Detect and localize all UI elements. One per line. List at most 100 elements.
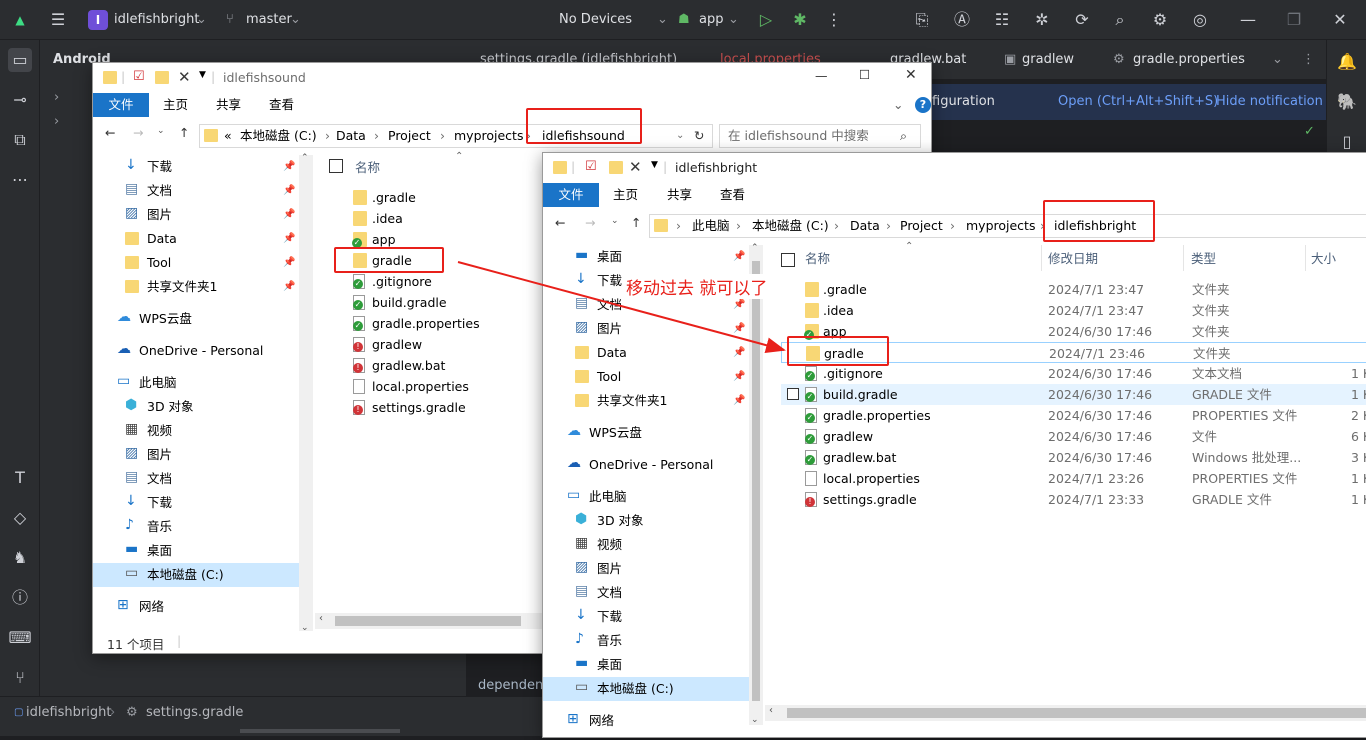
nav-scrollbar[interactable]: ⌃ ⌄ [299, 153, 313, 633]
pin-icon[interactable]: 📌 [733, 341, 745, 365]
nav-item-quick[interactable]: ▤ 文档 📌 [93, 179, 301, 203]
nav-item-quick[interactable]: Tool 📌 [543, 365, 751, 389]
project-view-icon[interactable]: ▭ [8, 48, 32, 72]
file-row[interactable]: ! settings.gradle [341, 397, 541, 418]
nav-item-pc[interactable]: ▦ 视频 [543, 533, 751, 557]
settings-icon[interactable]: ⚙ [1148, 8, 1172, 32]
nav-item-this-pc[interactable]: ▭ 此电脑 [543, 485, 751, 509]
minimize-icon[interactable]: — [1236, 8, 1260, 32]
properties-icon[interactable]: ☑ [133, 69, 145, 84]
tab-file[interactable]: 文件 [543, 183, 599, 207]
file-row[interactable]: ✓ .gitignore 2024/6/30 17:46 文本文档 1 K [781, 363, 1366, 384]
h-scroll-thumb[interactable] [335, 616, 521, 626]
nav-item-onedrive[interactable]: ☁ OneDrive - Personal [543, 453, 751, 477]
h-scroll-thumb[interactable] [787, 708, 1366, 718]
nav-item-pc[interactable]: ▭ 本地磁盘 (C:) [93, 563, 301, 587]
pin-icon[interactable]: 📌 [283, 203, 295, 227]
build-icon[interactable]: T [8, 466, 32, 490]
back-icon[interactable]: ← [105, 125, 115, 140]
nav-item-quick[interactable]: Tool 📌 [93, 251, 301, 275]
problems-icon[interactable]: ⓘ [8, 586, 32, 610]
scroll-down-icon[interactable]: ⌄ [751, 715, 759, 725]
back-icon[interactable]: ← [555, 215, 565, 230]
pin-icon[interactable]: 📌 [283, 155, 295, 179]
forward-icon[interactable]: → [133, 125, 143, 140]
nav-item-pc[interactable]: ▬ 桌面 [543, 653, 751, 677]
column-date[interactable]: 修改日期 [1048, 249, 1098, 269]
device-manager-icon[interactable]: ▯ [1335, 130, 1359, 154]
nav-scrollbar[interactable]: ⌃ ⌄ [749, 243, 763, 725]
git-icon[interactable]: ⑂ [8, 666, 32, 690]
nav-item-quick[interactable]: 共享文件夹1 📌 [543, 389, 751, 413]
recent-dropdown-icon[interactable]: ⌄ [157, 126, 165, 136]
close-icon[interactable]: ✕ [1328, 8, 1352, 32]
more-options-icon[interactable]: ⋮ [822, 8, 846, 32]
path-project[interactable]: Project [388, 125, 431, 147]
tabs-more-icon[interactable]: ⋮ [1302, 40, 1315, 80]
tab-gradle-properties[interactable]: gradle.properties [1133, 40, 1245, 80]
run-icon[interactable]: ▷ [754, 8, 778, 32]
ribbon-expand-icon[interactable]: ⌄ [893, 93, 903, 117]
commit-icon[interactable]: ⊸ [8, 88, 32, 112]
main-menu-icon[interactable]: ☰ [46, 8, 70, 32]
pin-icon[interactable]: 📌 [283, 275, 295, 299]
search-icon[interactable]: ⌕ [1108, 8, 1132, 32]
nav-item-wps[interactable]: ☁ WPS云盘 [543, 421, 751, 445]
forward-icon[interactable]: → [585, 215, 595, 230]
nav-item-pc[interactable]: ⬢ 3D 对象 [543, 509, 751, 533]
nav-item-pc[interactable]: ♪ 音乐 [93, 515, 301, 539]
structure-icon[interactable]: ⧉ [8, 128, 32, 152]
path-data[interactable]: Data [850, 215, 880, 237]
select-all-checkbox[interactable] [329, 159, 343, 173]
pin-icon[interactable]: 📌 [283, 179, 295, 203]
column-name[interactable]: 名称 [805, 249, 830, 269]
delete-icon[interactable]: ✕ [629, 158, 642, 176]
scroll-up-icon[interactable]: ⌃ [751, 243, 759, 253]
scroll-up-icon[interactable]: ⌃ [301, 153, 309, 163]
hide-notification-link[interactable]: Hide notification [1216, 84, 1323, 120]
notifications-icon[interactable]: 🔔 [1335, 50, 1359, 74]
tree-expand-icon[interactable]: › [54, 90, 59, 105]
nav-item-pc[interactable]: ▬ 桌面 [93, 539, 301, 563]
nav-item-network[interactable]: ⊞ 网络 [93, 595, 301, 619]
properties-icon[interactable]: ☑ [585, 159, 597, 174]
file-row[interactable]: .gradle [341, 187, 541, 208]
column-name[interactable]: 名称 [355, 158, 380, 178]
tasks-icon[interactable]: ☷ [990, 8, 1014, 32]
nav-item-wps[interactable]: ☁ WPS云盘 [93, 307, 301, 331]
path-project[interactable]: Project [900, 215, 943, 237]
tab-view[interactable]: 查看 [269, 93, 294, 117]
nav-item-pc[interactable]: ↓ 下载 [543, 605, 751, 629]
tab-home[interactable]: 主页 [613, 183, 638, 207]
open-structure-link[interactable]: Open (Ctrl+Alt+Shift+S) [1058, 84, 1218, 120]
tab-home[interactable]: 主页 [163, 93, 188, 117]
column-type[interactable]: 类型 [1191, 249, 1216, 269]
nav-item-pc[interactable]: ▨ 图片 [543, 557, 751, 581]
nav-item-pc[interactable]: ▤ 文档 [93, 467, 301, 491]
sync-icon[interactable]: ⟳ [1070, 8, 1094, 32]
address-dropdown-icon[interactable]: ⌄ [676, 125, 684, 147]
pin-icon[interactable]: 📌 [733, 389, 745, 413]
path-overflow[interactable]: « [224, 125, 232, 147]
file-row[interactable]: ✓ gradlew 2024/6/30 17:46 文件 6 K [781, 426, 1366, 447]
nav-item-quick[interactable]: ▨ 图片 📌 [93, 203, 301, 227]
qat-dropdown-icon[interactable]: ▼ [651, 160, 658, 170]
breadcrumb-project[interactable]: idlefishbright [26, 705, 111, 720]
select-all-checkbox[interactable] [781, 253, 795, 267]
nav-item-quick[interactable]: ↓ 下载 📌 [93, 155, 301, 179]
maximize-icon[interactable]: ☐ [859, 67, 870, 82]
new-folder-icon[interactable] [155, 71, 169, 84]
path-this-pc[interactable]: 此电脑 [692, 215, 730, 237]
file-row[interactable]: .idea 2024/7/1 23:47 文件夹 [781, 300, 1366, 321]
up-icon[interactable]: ↑ [631, 215, 641, 230]
tab-share[interactable]: 共享 [667, 183, 692, 207]
run-config-selector[interactable]: app [699, 0, 723, 40]
file-row[interactable]: ✓ gradle.properties 2024/6/30 17:46 PROPERT… [781, 405, 1366, 426]
pin-icon[interactable]: 📌 [733, 317, 745, 341]
more-tools-icon[interactable]: ⋯ [8, 168, 32, 192]
file-row[interactable]: ✓ gradlew.bat 2024/6/30 17:46 Windows 批处理..… [781, 447, 1366, 468]
branch-selector[interactable]: master [246, 0, 292, 40]
path-myprojects[interactable]: myprojects [966, 215, 1035, 237]
address-bar[interactable]: › 此电脑 › 本地磁盘 (C:) › Data › Project › myp… [649, 214, 1366, 238]
tree-expand-icon[interactable]: › [54, 114, 59, 129]
